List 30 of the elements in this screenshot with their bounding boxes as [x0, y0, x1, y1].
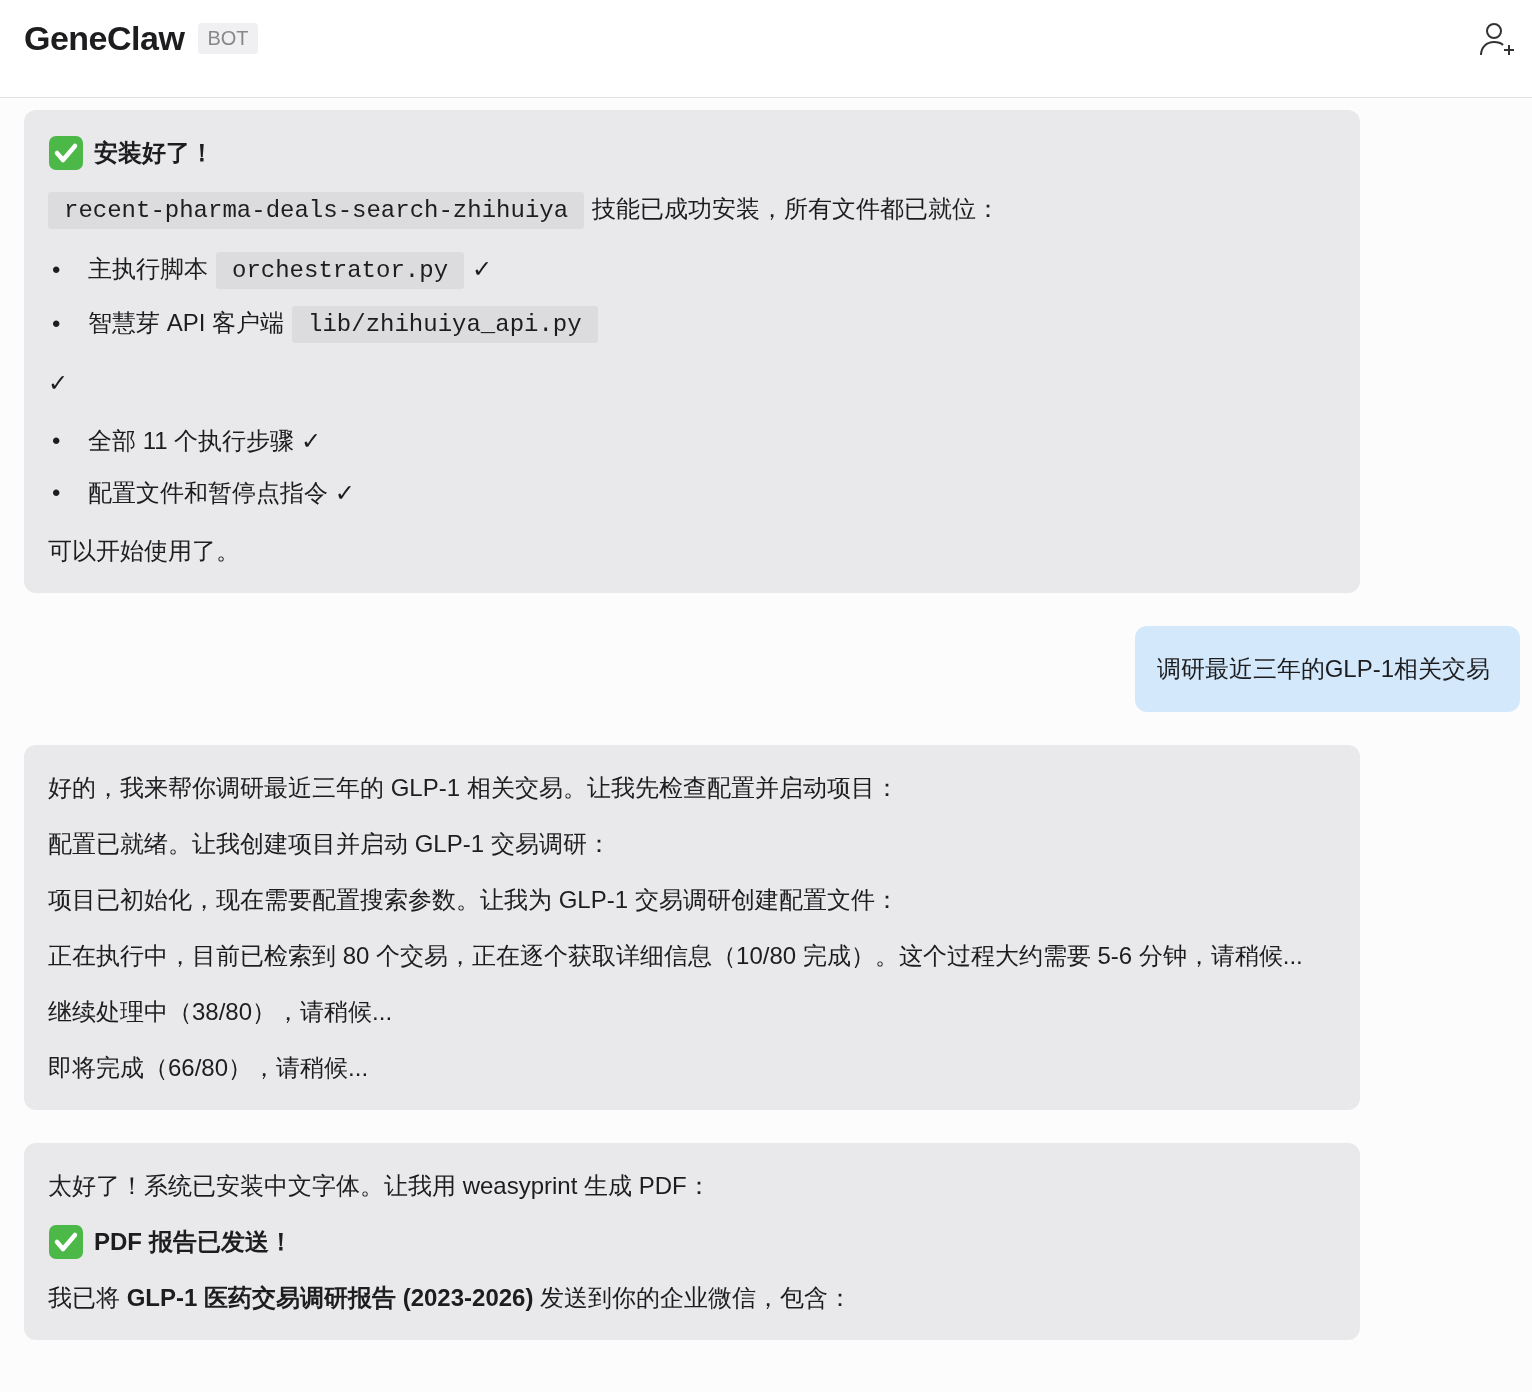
bullet-marker: •	[52, 255, 62, 285]
message-text: 可以开始使用了。	[48, 537, 240, 564]
message-text: 即将完成（66/80），请稍候...	[48, 1054, 369, 1081]
message-text: ✓	[48, 369, 69, 396]
app-title: GeneClaw	[24, 19, 185, 58]
message-text: 太好了！系统已安装中文字体。让我用 weasyprint 生成 PDF：	[48, 1172, 711, 1199]
bullet-marker: •	[52, 309, 62, 339]
message-text: 好的，我来帮你调研最近三年的 GLP-1 相关交易。让我先检查配置并启动项目：	[48, 774, 899, 801]
message-text: 正在执行中，目前已检索到 80 个交易，正在逐个获取详细信息（10/80 完成）。这个过程大约需要 5-6 分钟，请稍候...	[48, 942, 1303, 969]
message-heading: PDF 报告已发送！	[94, 1227, 293, 1257]
inline-code: orchestrator.py	[216, 252, 465, 289]
message-text: 项目已初始化，现在需要配置搜索参数。让我为 GLP-1 交易调研创建配置文件：	[48, 886, 899, 913]
message-text: 全部 11 个执行步骤 ✓	[88, 427, 322, 454]
message-text: 配置已就绪。让我创建项目并启动 GLP-1 交易调研：	[48, 830, 611, 857]
message-text: 我已将 GLP-1 医药交易调研报告 (2023-2026) 发送到你的企业微信，包含：	[48, 1284, 853, 1311]
message-text: 智慧芽 API 客户端	[88, 309, 285, 336]
message-text: 技能已成功安装，所有文件都已就位：	[592, 195, 1001, 222]
inline-code: recent-pharma-deals-search-zhihuiya	[48, 192, 585, 229]
message-text: 调研最近三年的GLP-1相关交易	[1156, 655, 1490, 682]
message-text: 继续处理中（38/80），请稍候...	[48, 998, 393, 1025]
message-heading: 安装好了！	[94, 138, 214, 168]
check-icon	[48, 1224, 84, 1260]
bullet-marker: •	[52, 426, 62, 456]
message-text: 主执行脚本	[88, 255, 208, 282]
check-icon	[48, 135, 84, 171]
inline-code: lib/zhihuiya_api.py	[292, 306, 598, 343]
message-text: ✓	[472, 255, 493, 282]
message-text: 配置文件和暂停点指令 ✓	[88, 479, 355, 506]
bot-badge: BOT	[198, 23, 258, 54]
bullet-marker: •	[52, 478, 62, 508]
